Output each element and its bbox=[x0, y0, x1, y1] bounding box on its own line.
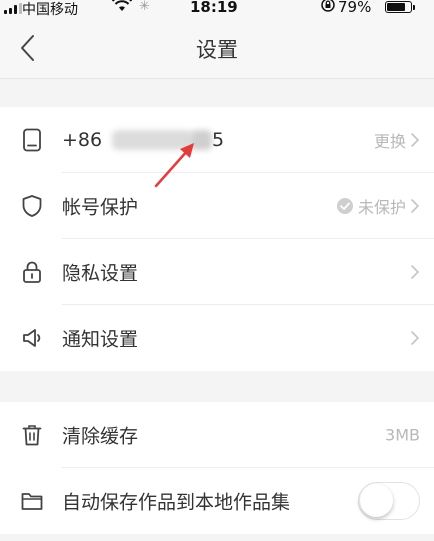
settings-row-auto-save: 自动保存作品到本地作品集 bbox=[0, 468, 434, 534]
notification-settings-label: 通知设置 bbox=[62, 328, 139, 351]
shield-icon bbox=[20, 194, 44, 218]
change-phone-text: 更换 bbox=[373, 132, 406, 151]
check-circle-icon bbox=[336, 198, 353, 214]
protection-status-text: 未保护 bbox=[357, 198, 406, 217]
rotation-lock-icon bbox=[321, 0, 335, 16]
carrier-name: 中国移动 bbox=[22, 2, 78, 18]
toggle-knob bbox=[360, 484, 393, 517]
protection-status[interactable]: 未保护 bbox=[336, 194, 420, 218]
status-time: 18:19 bbox=[190, 0, 238, 16]
chevron-right-icon bbox=[411, 265, 420, 279]
auto-save-toggle-wrap bbox=[358, 482, 420, 520]
battery-tip bbox=[413, 5, 415, 10]
auto-save-label: 自动保存作品到本地作品集 bbox=[62, 491, 291, 514]
privacy-settings-arrow bbox=[410, 264, 420, 280]
phone-icon bbox=[20, 128, 44, 152]
settings-row-clear-cache[interactable]: 清除缓存 3MB bbox=[0, 402, 434, 468]
settings-row-privacy[interactable]: 隐私设置 bbox=[0, 239, 434, 305]
privacy-settings-label: 隐私设置 bbox=[62, 262, 139, 285]
auto-save-toggle[interactable] bbox=[358, 482, 420, 520]
navigation-bar: 设置 bbox=[0, 18, 434, 79]
folder-icon bbox=[20, 489, 44, 513]
lock-icon bbox=[20, 260, 44, 284]
phone-number-prefix: +86 bbox=[62, 129, 103, 151]
status-bar: 中国移动 ✳ 18:19 79% bbox=[0, 0, 434, 18]
chevron-right-icon bbox=[411, 199, 420, 213]
battery-percent: 79% bbox=[338, 0, 372, 16]
loading-spinner-icon: ✳ bbox=[139, 0, 150, 14]
trash-icon bbox=[20, 423, 44, 447]
annotation-arrow-icon bbox=[154, 143, 194, 188]
clear-cache-label: 清除缓存 bbox=[62, 425, 139, 448]
signal-icon bbox=[4, 2, 22, 14]
storage-settings-group: 清除缓存 3MB 自动保存作品到本地作品集 bbox=[0, 402, 434, 534]
settings-row-account-protection[interactable]: 帐号保护 未保护 bbox=[0, 173, 434, 239]
settings-row-phone[interactable]: +86 5 更换 bbox=[0, 107, 434, 173]
account-settings-group: +86 5 更换 帐号保护 未保护 隐私设置 通知设置 bbox=[0, 107, 434, 371]
settings-row-notification[interactable]: 通知设置 bbox=[0, 305, 434, 371]
battery-icon bbox=[385, 1, 412, 13]
phone-number-tail: 5 bbox=[212, 129, 225, 151]
account-protection-label: 帐号保护 bbox=[62, 196, 139, 219]
chevron-right-icon bbox=[411, 331, 420, 345]
chevron-right-icon bbox=[411, 133, 420, 147]
change-phone-action[interactable]: 更换 bbox=[374, 128, 420, 152]
wifi-icon bbox=[111, 0, 133, 17]
speaker-icon bbox=[20, 326, 44, 350]
cache-size: 3MB bbox=[385, 425, 420, 445]
page-title: 设置 bbox=[196, 38, 238, 62]
notification-settings-arrow bbox=[410, 330, 420, 346]
